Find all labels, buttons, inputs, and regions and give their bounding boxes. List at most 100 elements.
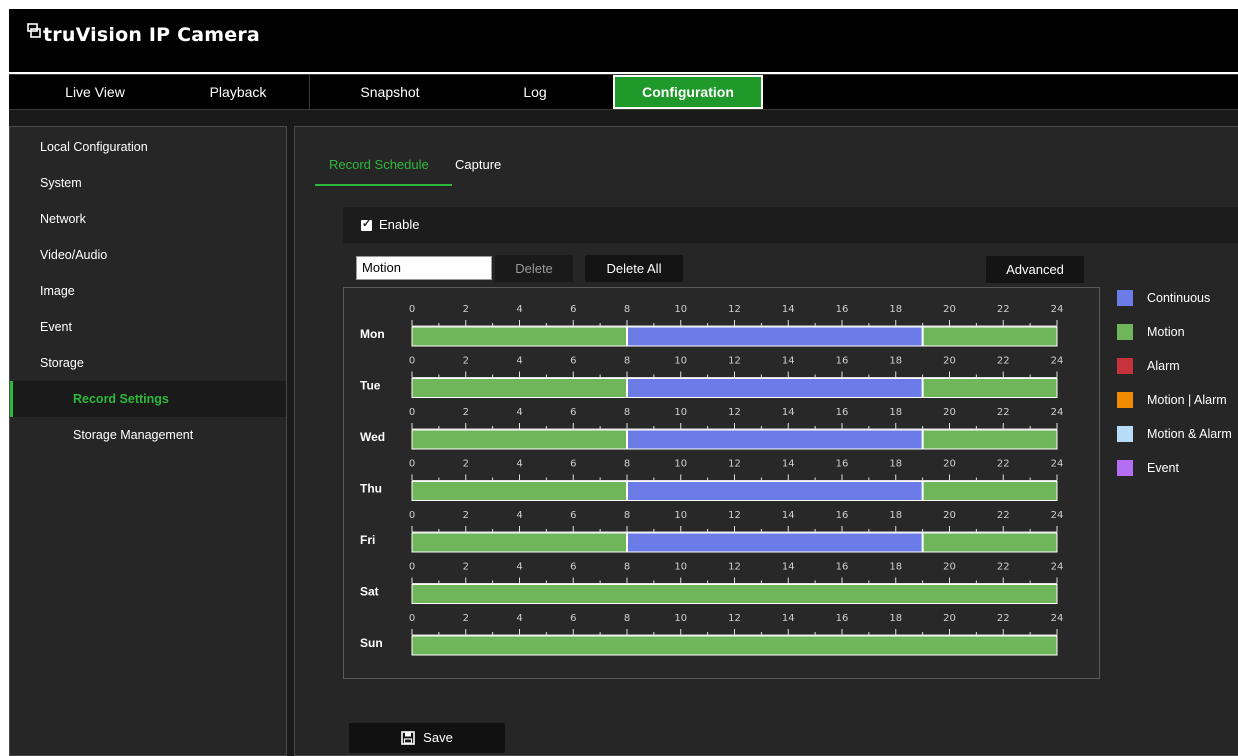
schedule-segment-continuous[interactable] xyxy=(627,533,923,552)
hour-tick-label: 8 xyxy=(624,304,630,315)
legend-label: Motion xyxy=(1147,325,1185,339)
enable-label: Enable xyxy=(379,217,420,232)
hour-tick-label: 16 xyxy=(836,459,849,470)
hour-tick-label: 10 xyxy=(674,510,687,521)
hour-tick-label: 14 xyxy=(782,304,795,315)
schedule-segment-motion[interactable] xyxy=(922,327,1057,346)
hour-tick-label: 8 xyxy=(624,510,630,521)
enable-checkbox[interactable]: ✓ xyxy=(361,218,372,231)
tab-capture[interactable]: Capture xyxy=(455,157,501,172)
legend-continuous[interactable]: Continuous xyxy=(1117,289,1238,307)
nav-configuration[interactable]: Configuration xyxy=(613,75,763,109)
hour-tick-label: 0 xyxy=(409,356,415,367)
hour-tick-label: 24 xyxy=(1051,304,1064,315)
schedule-grid[interactable]: 0 2 4 6 8 10 12 14 16 18 20 22 24 Mon 0 2 4 6 8 10 12 14 16 18 2… xyxy=(343,287,1100,679)
sidebar-item-record-settings[interactable]: Record Settings xyxy=(10,381,286,417)
schedule-segment-continuous[interactable] xyxy=(627,378,923,398)
hour-tick-label: 12 xyxy=(728,510,741,521)
schedule-segment-motion[interactable] xyxy=(412,378,627,398)
schedule-segment-motion[interactable] xyxy=(412,327,627,346)
record-type-select[interactable]: Motion xyxy=(356,256,492,280)
schedule-segment-motion[interactable] xyxy=(412,636,1057,655)
hour-tick-label: 6 xyxy=(570,510,576,521)
sidebar-item-storage[interactable]: Storage xyxy=(10,345,286,381)
hour-tick-label: 6 xyxy=(570,562,576,573)
active-tab-indicator xyxy=(315,184,452,186)
schedule-segment-motion[interactable] xyxy=(922,533,1057,552)
save-button[interactable]: Save xyxy=(349,723,505,753)
tab-record-schedule[interactable]: Record Schedule xyxy=(329,157,429,172)
hour-tick-label: 14 xyxy=(782,510,795,521)
camera-logo-icon xyxy=(27,23,41,38)
sidebar-item-storage-management[interactable]: Storage Management xyxy=(10,417,286,453)
schedule-segment-continuous[interactable] xyxy=(627,430,923,449)
nav-log[interactable]: Log xyxy=(475,75,595,109)
hour-tick-label: 18 xyxy=(889,510,902,521)
sidebar-item-video-audio[interactable]: Video/Audio xyxy=(10,237,286,273)
hour-tick-label: 10 xyxy=(674,459,687,470)
schedule-segment-continuous[interactable] xyxy=(627,481,923,501)
hour-tick-label: 20 xyxy=(943,613,956,624)
hour-tick-label: 20 xyxy=(943,356,956,367)
hour-tick-label: 8 xyxy=(624,562,630,573)
legend-label: Continuous xyxy=(1147,291,1211,305)
legend-motion-and-alarm[interactable]: Motion & Alarm xyxy=(1117,425,1238,443)
schedule-segment-motion[interactable] xyxy=(412,430,627,449)
hour-tick-label: 4 xyxy=(516,356,522,367)
day-row-fri[interactable]: 0 2 4 6 8 10 12 14 16 18 20 22 24Fri xyxy=(360,510,1063,553)
hour-tick-label: 10 xyxy=(674,407,687,418)
schedule-timeline[interactable]: 0 2 4 6 8 10 12 14 16 18 20 22 24Mon0 2 4 6 8 10 12 14 16 18 2… xyxy=(344,288,1099,678)
delete-button[interactable]: Delete xyxy=(495,255,573,282)
sidebar-item-image[interactable]: Image xyxy=(10,273,286,309)
day-label: Thu xyxy=(360,482,382,496)
main-nav: Live View Playback Snapshot Log Configur… xyxy=(9,74,1238,110)
sidebar-item-system[interactable]: System xyxy=(10,165,286,201)
day-row-wed[interactable]: 0 2 4 6 8 10 12 14 16 18 20 22 24Wed xyxy=(360,407,1063,450)
day-label: Mon xyxy=(360,327,385,341)
hour-tick-label: 0 xyxy=(409,304,415,315)
day-label: Fri xyxy=(360,533,375,547)
nav-snapshot[interactable]: Snapshot xyxy=(325,75,455,109)
hour-tick-label: 22 xyxy=(997,356,1010,367)
day-row-tue[interactable]: 0 2 4 6 8 10 12 14 16 18 20 22 24Tue xyxy=(360,356,1063,398)
day-row-mon[interactable]: 0 2 4 6 8 10 12 14 16 18 20 22 24Mon xyxy=(360,304,1064,347)
sidebar-item-local-configuration[interactable]: Local Configuration xyxy=(10,129,286,165)
main-content: Record Schedule Capture ✓ Enable Motion … xyxy=(294,126,1238,756)
hour-tick-label: 24 xyxy=(1051,613,1064,624)
hour-tick-label: 16 xyxy=(836,304,849,315)
day-row-thu[interactable]: 0 2 4 6 8 10 12 14 16 18 20 22 24Thu xyxy=(360,459,1063,501)
hour-tick-label: 4 xyxy=(516,459,522,470)
legend-alarm[interactable]: Alarm xyxy=(1117,357,1238,375)
legend-label: Event xyxy=(1147,461,1179,475)
day-row-sun[interactable]: 0 2 4 6 8 10 12 14 16 18 20 22 24Sun xyxy=(360,613,1064,656)
hour-tick-label: 6 xyxy=(570,304,576,315)
hour-tick-label: 22 xyxy=(997,510,1010,521)
schedule-segment-continuous[interactable] xyxy=(627,327,923,346)
schedule-segment-motion[interactable] xyxy=(412,584,1057,604)
hour-tick-label: 0 xyxy=(409,459,415,470)
schedule-segment-motion[interactable] xyxy=(922,481,1057,501)
schedule-segment-motion[interactable] xyxy=(412,533,627,552)
legend-label: Alarm xyxy=(1147,359,1180,373)
legend-motion-or-alarm[interactable]: Motion | Alarm xyxy=(1117,391,1238,409)
schedule-segment-motion[interactable] xyxy=(922,430,1057,449)
hour-tick-label: 14 xyxy=(782,407,795,418)
hour-tick-label: 18 xyxy=(889,356,902,367)
nav-live-view[interactable]: Live View xyxy=(25,75,165,109)
sidebar-item-network[interactable]: Network xyxy=(10,201,286,237)
hour-tick-label: 14 xyxy=(782,562,795,573)
legend-motion[interactable]: Motion xyxy=(1117,323,1238,341)
advanced-button[interactable]: Advanced xyxy=(986,256,1084,283)
delete-all-button[interactable]: Delete All xyxy=(585,255,683,282)
hour-tick-label: 2 xyxy=(463,407,469,418)
hour-tick-label: 18 xyxy=(889,304,902,315)
legend-swatch xyxy=(1117,358,1133,374)
hour-tick-label: 22 xyxy=(997,562,1010,573)
nav-playback[interactable]: Playback xyxy=(173,75,303,109)
checkmark-icon: ✓ xyxy=(362,218,372,230)
sidebar-item-event[interactable]: Event xyxy=(10,309,286,345)
schedule-segment-motion[interactable] xyxy=(922,378,1057,398)
legend-event[interactable]: Event xyxy=(1117,459,1238,477)
schedule-segment-motion[interactable] xyxy=(412,481,627,501)
day-row-sat[interactable]: 0 2 4 6 8 10 12 14 16 18 20 22 24Sat xyxy=(360,562,1063,604)
